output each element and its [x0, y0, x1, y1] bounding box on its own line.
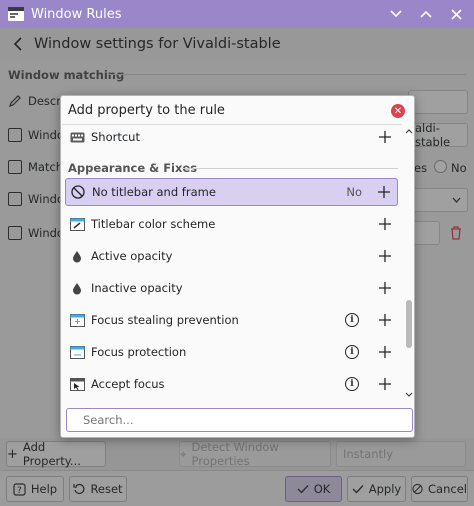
item-label: Inactive opacity [91, 281, 183, 295]
property-list: Shortcut Appearance & Fixes No titlebar … [62, 124, 402, 402]
cursor-window-icon [69, 376, 85, 392]
item-label: Accept focus [91, 377, 165, 391]
opacity-drop-icon [69, 280, 85, 296]
add-property-dialog: Add property to the rule ✕ Shortcut Appe… [60, 95, 415, 438]
add-icon[interactable] [375, 246, 395, 266]
minimize-icon[interactable] [386, 4, 406, 24]
focus-window-icon [69, 344, 85, 360]
no-titlebar-icon [70, 184, 86, 200]
list-item-active-opacity[interactable]: Active opacity [65, 242, 398, 270]
window-titlebar: Window Rules [0, 0, 474, 28]
item-value: No [346, 185, 362, 199]
add-icon[interactable] [375, 374, 395, 394]
window-title: Window Rules [31, 6, 122, 22]
focus-window-icon [69, 312, 85, 328]
item-label: Active opacity [91, 249, 173, 263]
list-item-accept-focus[interactable]: Accept focus i [65, 370, 398, 398]
maximize-icon[interactable] [416, 4, 436, 24]
list-item-titlebar-color[interactable]: Titlebar color scheme [65, 210, 398, 238]
list-item-no-titlebar[interactable]: No titlebar and frame No [65, 178, 398, 206]
list-item-shortcut[interactable]: Shortcut [65, 125, 398, 151]
item-label: Focus stealing prevention [91, 313, 239, 327]
add-icon[interactable] [375, 342, 395, 362]
scroll-thumb[interactable] [406, 300, 412, 348]
list-item-inactive-opacity[interactable]: Inactive opacity [65, 274, 398, 302]
list-scrollbar[interactable] [403, 124, 415, 402]
info-icon[interactable]: i [345, 345, 359, 359]
item-label: Focus protection [91, 345, 187, 359]
add-icon[interactable] [375, 278, 395, 298]
group-divider [182, 168, 398, 169]
close-window-icon[interactable] [446, 4, 466, 24]
window-rules-app-icon [8, 7, 24, 21]
close-icon[interactable]: ✕ [391, 104, 405, 118]
group-header: Appearance & Fixes [68, 161, 198, 175]
info-icon[interactable]: i [345, 377, 359, 391]
item-label: Shortcut [91, 130, 140, 144]
scroll-up-icon[interactable] [404, 126, 414, 136]
item-label: Titlebar color scheme [91, 217, 216, 231]
search-input[interactable] [66, 408, 413, 432]
add-icon[interactable] [375, 310, 395, 330]
scroll-down-icon[interactable] [404, 389, 414, 399]
list-item-focus-stealing[interactable]: Focus stealing prevention i [65, 306, 398, 334]
add-icon[interactable] [375, 214, 395, 234]
list-item-focus-protection[interactable]: Focus protection i [65, 338, 398, 366]
opacity-drop-icon [69, 248, 85, 264]
info-icon[interactable]: i [345, 313, 359, 327]
keyboard-icon [69, 129, 85, 145]
add-icon[interactable] [374, 182, 394, 202]
dialog-title: Add property to the rule [68, 103, 225, 118]
item-label: No titlebar and frame [92, 185, 216, 199]
color-scheme-icon [69, 216, 85, 232]
add-icon[interactable] [375, 127, 395, 147]
